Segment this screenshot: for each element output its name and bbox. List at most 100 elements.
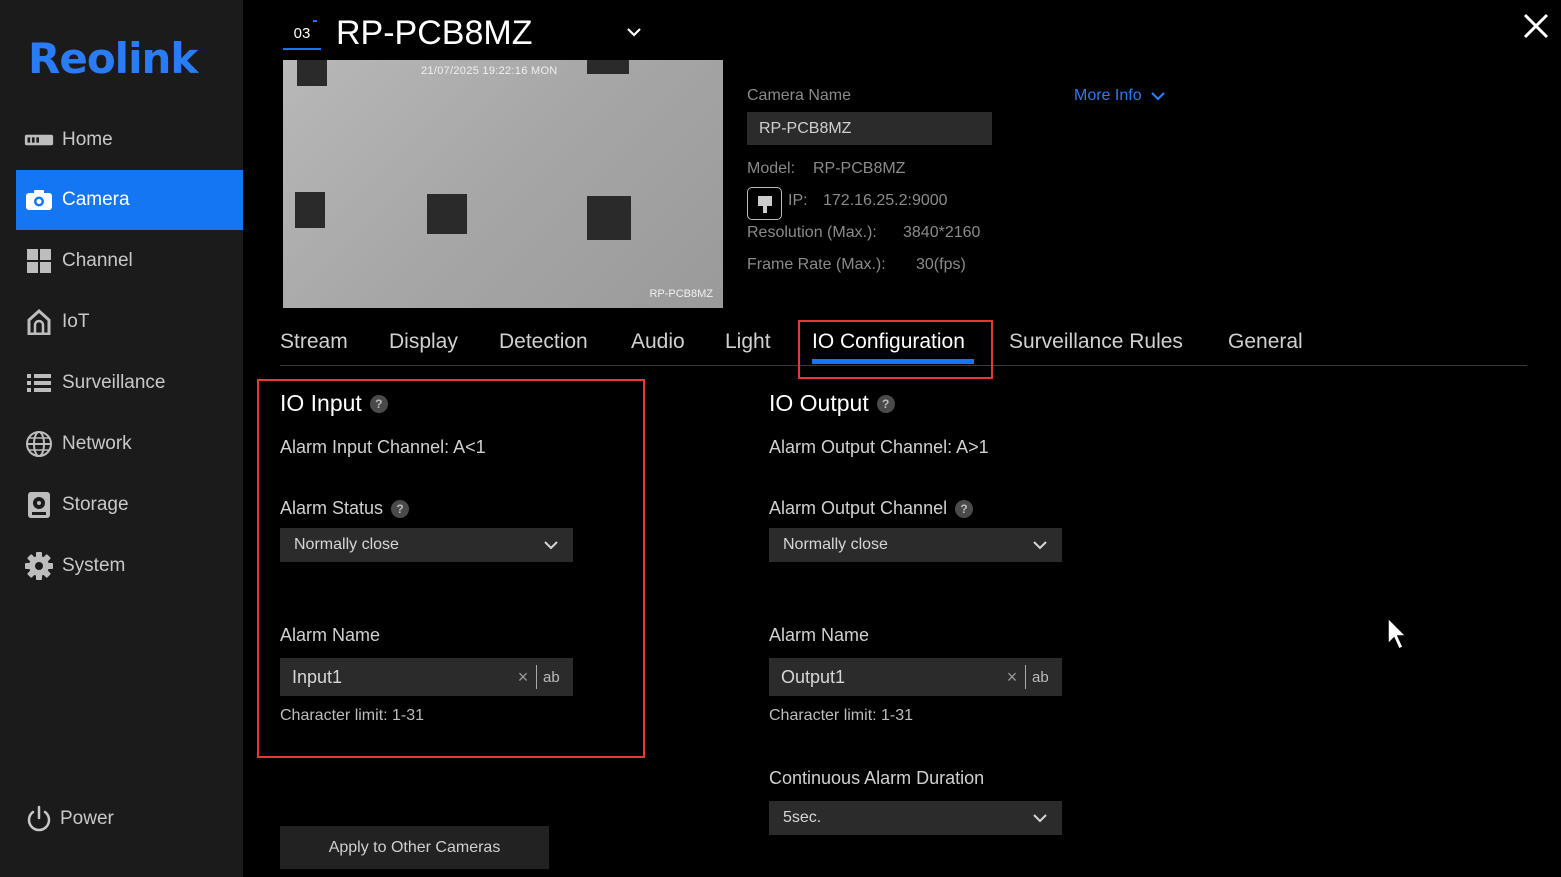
tab-detection[interactable]: Detection [499, 330, 588, 354]
sidebar-item-storage[interactable]: Storage [16, 475, 243, 535]
tab-light[interactable]: Light [725, 330, 771, 354]
sidebar-item-label: Camera [62, 189, 130, 210]
output-character-limit: Character limit: 1-31 [769, 707, 914, 724]
alarm-status-label-text: Alarm Status [280, 498, 384, 518]
sidebar-item-system[interactable]: System [16, 536, 243, 596]
highlight-box-tab [798, 320, 993, 379]
tab-surveillance-rules[interactable]: Surveillance Rules [1009, 330, 1183, 354]
apply-to-other-cameras-button[interactable]: Apply to Other Cameras [280, 826, 549, 869]
reolink-logo: Reolink [28, 34, 198, 83]
clear-icon[interactable]: × [1001, 667, 1023, 688]
input-separator [1025, 665, 1026, 689]
chevron-down-icon [1033, 814, 1047, 823]
tab-stream[interactable]: Stream [280, 330, 348, 354]
network-icon [24, 431, 54, 457]
sidebar-item-iot[interactable]: IoT [16, 292, 243, 352]
alarm-output-channel-label: Alarm Output Channel ? [769, 498, 974, 519]
preview-shape [297, 60, 327, 86]
help-icon[interactable]: ? [391, 499, 410, 518]
sidebar-item-label: Channel [62, 250, 133, 271]
sidebar-item-label: Home [62, 129, 113, 150]
keyboard-toggle[interactable]: ab [1032, 669, 1062, 686]
preview-shape [587, 60, 629, 74]
preview-shape [587, 196, 631, 240]
io-output-title-text: IO Output [769, 390, 869, 416]
io-output-title: IO Output ? [769, 390, 895, 417]
close-button[interactable] [1520, 10, 1552, 42]
alarm-output-channel-text: Alarm Output Channel: A>1 [769, 437, 989, 457]
model-label: Model: [747, 160, 796, 177]
alarm-name-label: Alarm Name [280, 625, 381, 645]
camera-title: RP-PCB8MZ [336, 14, 533, 52]
sidebar-item-label: Network [62, 433, 132, 454]
close-icon [1523, 13, 1549, 39]
sidebar-item-camera[interactable]: Camera [16, 170, 243, 230]
highlight-box-io-input [257, 379, 645, 758]
alarm-input-name-field[interactable]: Input1 × ab [280, 658, 573, 696]
chevron-down-icon [627, 28, 641, 37]
channel-icon [24, 248, 54, 274]
alarm-output-channel-select[interactable]: Normally close [769, 528, 1062, 562]
ethernet-icon [747, 187, 782, 220]
more-info-label: More Info [1074, 87, 1142, 104]
power-button[interactable]: Power [24, 805, 114, 832]
sidebar-item-home[interactable]: Home [16, 110, 243, 170]
alarm-input-channel-text: Alarm Input Channel: A<1 [280, 437, 486, 457]
tab-general[interactable]: General [1228, 330, 1303, 354]
keyboard-toggle[interactable]: ab [543, 669, 573, 686]
alarm-status-value: Normally close [294, 536, 399, 553]
help-icon[interactable]: ? [369, 394, 388, 413]
alarm-input-name-value: Input1 [292, 666, 343, 687]
channel-number: 03 [283, 18, 321, 50]
camera-name-field[interactable]: RP-PCB8MZ [747, 112, 992, 145]
clear-icon[interactable]: × [512, 667, 534, 688]
sidebar-item-label: IoT [62, 311, 90, 332]
sidebar-item-label: System [62, 555, 126, 576]
preview-timestamp: 21/07/2025 19:22:16 MON [421, 65, 558, 77]
io-input-title: IO Input ? [280, 390, 388, 417]
tab-display[interactable]: Display [389, 330, 458, 354]
sidebar: Reolink Home Camera Channel IoT Surveill… [0, 0, 243, 877]
alarm-output-name-label: Alarm Name [769, 625, 870, 645]
alarm-duration-select[interactable]: 5sec. [769, 801, 1062, 835]
resolution-label: Resolution (Max.): [747, 224, 877, 241]
surveillance-icon [24, 370, 54, 396]
power-label: Power [60, 808, 114, 829]
io-input-title-text: IO Input [280, 390, 362, 416]
storage-icon [24, 492, 54, 518]
help-icon[interactable]: ? [876, 394, 895, 413]
camera-icon [24, 187, 54, 213]
preview-watermark: RP-PCB8MZ [649, 288, 713, 300]
model-value: RP-PCB8MZ [813, 160, 906, 177]
tab-audio[interactable]: Audio [631, 330, 685, 354]
help-icon[interactable]: ? [955, 499, 974, 518]
framerate-value: 30(fps) [916, 256, 966, 273]
home-icon [24, 127, 54, 153]
alarm-duration-label: Continuous Alarm Duration [769, 768, 985, 788]
chevron-down-icon [1150, 92, 1165, 101]
sidebar-item-label: Surveillance [62, 372, 166, 393]
alarm-status-label: Alarm Status ? [280, 498, 410, 519]
sidebar-item-surveillance[interactable]: Surveillance [16, 353, 243, 413]
alarm-duration-value: 5sec. [783, 809, 822, 826]
camera-name-label: Camera Name [747, 87, 852, 104]
mouse-cursor-icon [1386, 616, 1408, 657]
camera-preview[interactable]: 21/07/2025 19:22:16 MON RP-PCB8MZ [283, 60, 723, 308]
resolution-value: 3840*2160 [903, 224, 981, 241]
sidebar-item-label: Storage [62, 494, 129, 515]
alarm-status-select[interactable]: Normally close [280, 528, 573, 562]
sidebar-item-channel[interactable]: Channel [16, 231, 243, 291]
framerate-label: Frame Rate (Max.): [747, 256, 886, 273]
alarm-output-channel-label-text: Alarm Output Channel [769, 498, 948, 518]
system-icon [24, 552, 54, 580]
sidebar-item-network[interactable]: Network [16, 414, 243, 474]
power-icon [24, 805, 54, 832]
camera-select-dropdown[interactable] [622, 22, 646, 47]
alarm-output-channel-value: Normally close [783, 536, 888, 553]
chevron-down-icon [1033, 541, 1047, 550]
more-info-link[interactable]: More Info [1074, 87, 1166, 105]
preview-shape [295, 192, 325, 228]
alarm-output-name-value: Output1 [781, 666, 846, 687]
chevron-down-icon [544, 541, 558, 550]
alarm-output-name-field[interactable]: Output1 × ab [769, 658, 1062, 696]
